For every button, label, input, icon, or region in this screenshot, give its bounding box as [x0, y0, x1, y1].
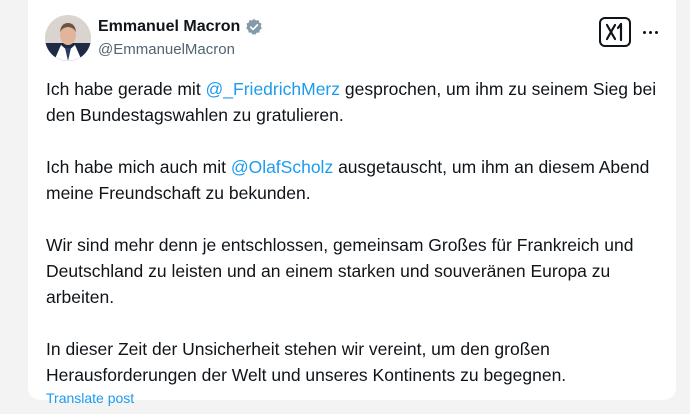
tweet-paragraph: Ich habe gerade mit @_FriedrichMerz gesp…	[46, 76, 676, 128]
text-run: Wir sind mehr denn je entschlossen, geme…	[46, 235, 634, 307]
author-handle[interactable]: @EmmanuelMacron	[98, 41, 235, 58]
author-name-row: Emmanuel Macron	[98, 18, 263, 36]
mention-link[interactable]: @_FriedrichMerz	[206, 79, 340, 99]
text-run: Ich habe gerade mit	[46, 79, 206, 99]
tweet-paragraph: Ich habe mich auch mit @OlafScholz ausge…	[46, 154, 676, 206]
x-logo-glyph	[605, 22, 623, 42]
author-avatar[interactable]	[45, 15, 91, 61]
x-logo-icon[interactable]	[599, 17, 631, 47]
translate-post-link[interactable]: Translate post	[46, 390, 134, 406]
author-name[interactable]: Emmanuel Macron	[98, 18, 240, 36]
text-run: In dieser Zeit der Unsicherheit stehen w…	[46, 339, 567, 385]
verified-badge-icon	[246, 18, 263, 35]
mention-link[interactable]: @OlafScholz	[231, 157, 333, 177]
more-dot	[642, 30, 646, 34]
avatar-image	[45, 15, 91, 61]
tweet-paragraph: In dieser Zeit der Unsicherheit stehen w…	[46, 336, 676, 388]
tweet-text: Ich habe gerade mit @_FriedrichMerz gesp…	[46, 76, 676, 414]
tweet-paragraph: Wir sind mehr denn je entschlossen, geme…	[46, 232, 676, 310]
more-options-icon[interactable]	[638, 22, 662, 42]
text-run: Ich habe mich auch mit	[46, 157, 231, 177]
more-dot	[648, 30, 652, 34]
more-dot	[654, 30, 658, 34]
